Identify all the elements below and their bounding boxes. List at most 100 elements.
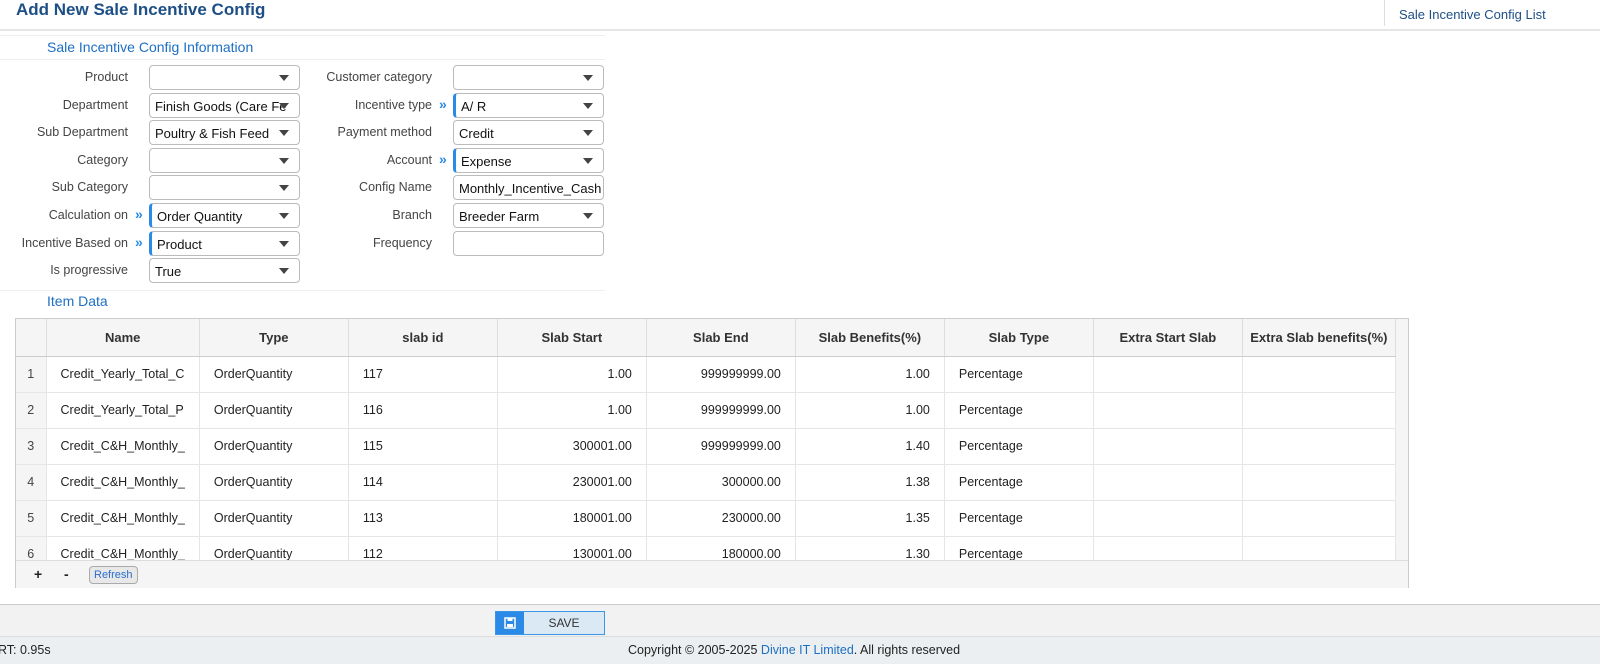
table-cell[interactable] — [1242, 536, 1396, 560]
table-cell[interactable]: 999999999.00 — [646, 392, 796, 429]
footer: RT: 0.95s Copyright © 2005-2025 Divine I… — [0, 636, 1600, 664]
payment-method-select[interactable]: Credit — [453, 120, 604, 146]
field-value: Finish Goods (Care Fe — [155, 98, 287, 114]
remove-row-button[interactable]: - — [64, 566, 69, 582]
add-row-button[interactable]: + — [34, 566, 42, 582]
table-cell[interactable] — [1242, 500, 1396, 537]
table-row[interactable]: 1 Credit_Yearly_Total_C OrderQuantity 117 1.… — [16, 356, 1396, 393]
table-cell[interactable]: Percentage — [944, 464, 1094, 501]
table-row[interactable]: 5 Credit_C&H_Monthly_ OrderQuantity 113 1800… — [16, 500, 1396, 537]
branch-select[interactable]: Breeder Farm — [453, 203, 604, 228]
table-cell[interactable]: 1.40 — [795, 428, 945, 465]
sub-department-select[interactable]: Poultry & Fish Feed — [149, 120, 300, 146]
column-header[interactable]: Extra Slab benefits(%) — [1242, 319, 1396, 357]
table-cell[interactable]: Percentage — [944, 500, 1094, 537]
table-cell[interactable]: 1.00 — [795, 356, 945, 393]
save-button[interactable]: SAVE — [495, 611, 605, 635]
frequency-input[interactable] — [453, 230, 604, 256]
calculation-on-select[interactable]: Order Quantity — [149, 203, 300, 228]
table-cell[interactable] — [1093, 500, 1243, 537]
config-list-link[interactable]: Sale Incentive Config List — [1384, 0, 1560, 26]
department-select[interactable]: Finish Goods (Care Fe — [149, 92, 300, 118]
account-select[interactable]: Expense — [453, 147, 604, 173]
table-cell[interactable]: 180001.00 — [497, 500, 647, 537]
column-header[interactable]: Name — [46, 319, 200, 357]
table-cell[interactable]: 1.00 — [497, 356, 647, 393]
table-cell[interactable] — [1242, 356, 1396, 393]
table-cell[interactable]: 230000.00 — [646, 500, 796, 537]
column-header[interactable]: Slab Benefits(%) — [795, 319, 945, 357]
company-link[interactable]: Divine IT Limited — [761, 643, 854, 657]
column-header[interactable]: Type — [199, 319, 349, 357]
required-indicator-icon: » — [135, 206, 143, 222]
table-cell[interactable]: 1.38 — [795, 464, 945, 501]
incentive-type-select[interactable]: A/ R — [453, 92, 604, 118]
table-cell[interactable]: Percentage — [944, 428, 1094, 465]
sub-category-select[interactable] — [149, 175, 300, 201]
column-header[interactable]: Slab Type — [944, 319, 1094, 357]
table-cell[interactable]: 230001.00 — [497, 464, 647, 501]
table-cell[interactable] — [1093, 392, 1243, 429]
incentive-based-on-select[interactable]: Product — [149, 230, 300, 256]
table-cell[interactable]: 130001.00 — [497, 536, 647, 560]
field-label: Is progressive — [50, 263, 128, 278]
category-select[interactable] — [149, 147, 300, 173]
table-cell[interactable]: OrderQuantity — [199, 464, 349, 501]
table-cell[interactable]: OrderQuantity — [199, 356, 349, 393]
table-row[interactable]: 3 Credit_C&H_Monthly_ OrderQuantity 115 3000… — [16, 428, 1396, 465]
table-cell[interactable]: Percentage — [944, 356, 1094, 393]
table-row[interactable]: 4 Credit_C&H_Monthly_ OrderQuantity 114 2300… — [16, 464, 1396, 501]
table-cell[interactable]: Credit_C&H_Monthly_ — [46, 500, 200, 537]
is-progressive-select[interactable]: True — [149, 258, 300, 284]
table-cell[interactable]: Percentage — [944, 392, 1094, 429]
table-cell[interactable]: 114 — [348, 464, 498, 501]
table-cell[interactable] — [1093, 356, 1243, 393]
column-header[interactable]: Extra Start Slab — [1093, 319, 1243, 357]
table-cell[interactable]: 999999999.00 — [646, 356, 796, 393]
refresh-button[interactable]: Refresh — [89, 566, 138, 584]
table-row[interactable]: 6 Credit_C&H_Monthly_ OrderQuantity 112 1300… — [16, 536, 1396, 560]
product-select[interactable] — [149, 65, 300, 90]
table-cell[interactable]: 115 — [348, 428, 498, 465]
table-cell[interactable]: Credit_C&H_Monthly_ — [46, 428, 200, 465]
customer-category-select[interactable] — [453, 65, 604, 90]
field-label: Product — [84, 70, 128, 84]
chevron-down-icon — [279, 213, 289, 219]
table-cell[interactable]: 113 — [348, 500, 498, 537]
table-cell[interactable]: 1.30 — [795, 536, 945, 560]
table-row[interactable]: 2 Credit_Yearly_Total_P OrderQuantity 116 1.… — [16, 392, 1396, 429]
table-cell[interactable]: Credit_Yearly_Total_C — [46, 356, 200, 393]
table-cell[interactable]: 1.00 — [795, 392, 945, 429]
table-cell[interactable]: Percentage — [944, 536, 1094, 560]
table-cell[interactable]: Credit_C&H_Monthly_ — [46, 536, 200, 560]
table-cell[interactable]: 300000.00 — [646, 464, 796, 501]
copyright: Copyright © 2005-2025 — [628, 643, 758, 657]
table-cell[interactable] — [1093, 536, 1243, 560]
table-cell[interactable]: 300001.00 — [497, 428, 647, 465]
table-cell[interactable]: 999999999.00 — [646, 428, 796, 465]
column-header[interactable]: Slab Start — [497, 319, 647, 357]
table-cell[interactable] — [1093, 428, 1243, 465]
table-cell[interactable]: OrderQuantity — [199, 428, 349, 465]
table-cell[interactable]: 112 — [348, 536, 498, 560]
table-cell[interactable]: OrderQuantity — [199, 500, 349, 537]
table-cell[interactable]: Credit_Yearly_Total_P — [46, 392, 200, 429]
table-cell[interactable]: Credit_C&H_Monthly_ — [46, 464, 200, 501]
table-cell[interactable] — [1242, 464, 1396, 501]
table-cell[interactable]: OrderQuantity — [199, 536, 349, 560]
table-cell[interactable]: 117 — [348, 356, 498, 393]
table-cell[interactable]: 1.35 — [795, 500, 945, 537]
table-cell[interactable]: 180000.00 — [646, 536, 796, 560]
field-label: Account — [386, 152, 432, 167]
column-header[interactable]: Slab End — [646, 319, 796, 357]
table-cell[interactable] — [1242, 392, 1396, 429]
item-data-grid: Name Type slab id Slab Start Slab End Slab Be… — [15, 318, 1409, 588]
table-cell[interactable]: 1.00 — [497, 392, 647, 429]
chevron-down-icon — [583, 213, 593, 219]
table-cell[interactable]: OrderQuantity — [199, 392, 349, 429]
table-cell[interactable]: 116 — [348, 392, 498, 429]
table-cell[interactable] — [1093, 464, 1243, 501]
column-header[interactable]: slab id — [348, 319, 498, 357]
config-name-input[interactable]: Monthly_Incentive_Cash — [453, 175, 604, 201]
table-cell[interactable] — [1242, 428, 1396, 465]
